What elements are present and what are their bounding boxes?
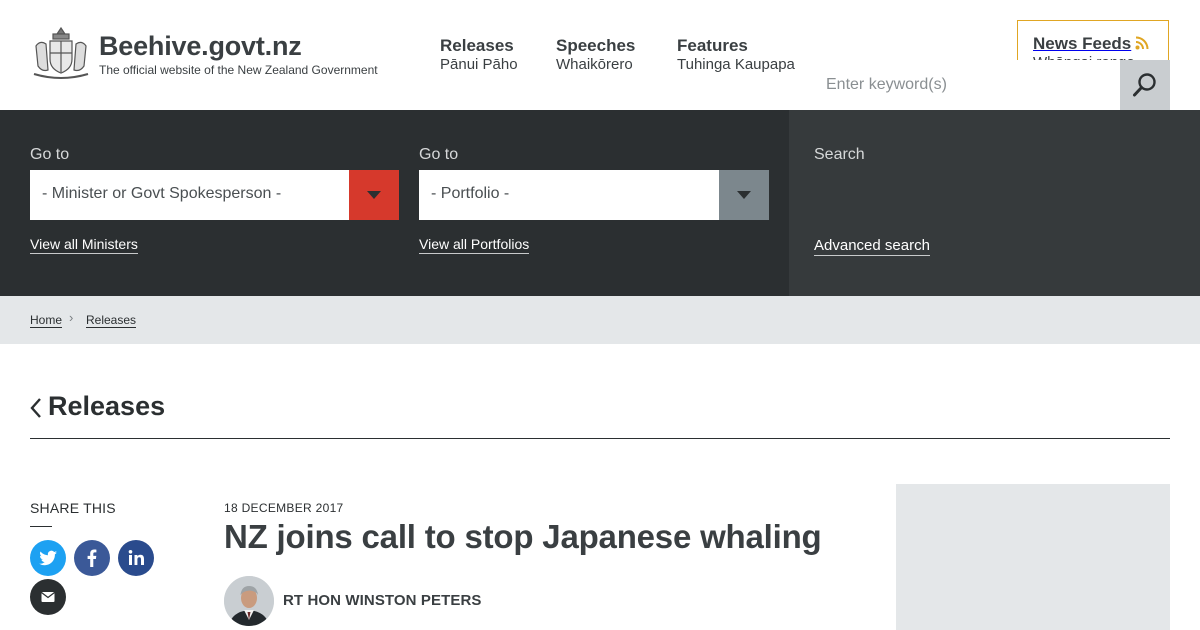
chevron-right-icon: › [69,310,74,325]
search-label: Search [814,146,865,163]
view-all-portfolios-link[interactable]: View all Portfolios [419,236,530,254]
nav-speeches-sublabel: Whaikōrero [556,56,633,73]
facebook-icon [87,549,97,567]
rss-icon [1135,36,1149,50]
portfolio-goto-label: Go to [419,146,459,163]
share-label: SHARE THIS [30,500,116,516]
breadcrumb: Home › Releases [0,296,1200,344]
site-tagline: The official website of the New Zealand … [99,63,378,77]
section-title: Releases [48,391,166,421]
minister-avatar[interactable] [224,576,274,626]
search-icon [1133,73,1156,97]
twitter-icon [39,550,57,566]
sidebar-panel [896,484,1170,630]
search-input[interactable] [814,60,1120,110]
chevron-down-icon [367,191,381,199]
chevron-down-icon [737,191,751,199]
email-icon [41,592,55,602]
nav-speeches[interactable]: Speeches Whaikōrero [556,36,635,74]
search-button[interactable] [1120,60,1170,110]
article-date: 18 DECEMBER 2017 [224,501,344,515]
article-title: NZ joins call to stop Japanese whaling [224,518,822,555]
nav-releases-label: Releases [440,36,514,55]
linkedin-icon [128,550,144,565]
nav-features[interactable]: Features Tuhinga Kaupapa [677,36,795,74]
nav-releases-sublabel: Pānui Pāho [440,56,518,73]
minister-name-link[interactable]: RT HON WINSTON PETERS [283,592,482,609]
advanced-search-link[interactable]: Advanced search [814,237,930,256]
minister-select-button[interactable] [349,170,399,220]
nav-features-sublabel: Tuhinga Kaupapa [677,56,795,73]
tools-band: Go to - Minister or Govt Spokesperson - … [0,110,1200,296]
portfolio-select-value: - Portfolio - [431,185,510,202]
share-twitter-button[interactable] [30,540,66,576]
minister-select[interactable]: - Minister or Govt Spokesperson - [30,170,399,220]
minister-select-value: - Minister or Govt Spokesperson - [42,185,282,202]
share-email-button[interactable] [30,579,66,615]
site-title[interactable]: Beehive.govt.nz [99,31,302,62]
breadcrumb-home[interactable]: Home [30,313,63,328]
back-to-releases-link[interactable]: Releases [30,391,170,423]
nav-speeches-label: Speeches [556,36,636,55]
share-linkedin-button[interactable] [118,540,154,576]
share-divider [30,526,52,527]
minister-goto-label: Go to [30,146,70,163]
breadcrumb-releases[interactable]: Releases [86,313,137,328]
nz-coat-of-arms-logo[interactable] [30,24,92,82]
nav-features-label: Features [677,36,748,55]
search-panel [789,110,1200,296]
view-all-ministers-link[interactable]: View all Ministers [30,236,138,254]
portfolio-select-button[interactable] [719,170,769,220]
section-divider [30,438,1170,439]
share-facebook-button[interactable] [74,540,110,576]
nav-releases[interactable]: Releases Pānui Pāho [440,36,518,74]
portfolio-select[interactable]: - Portfolio - [419,170,769,220]
chevron-left-icon [30,398,41,418]
